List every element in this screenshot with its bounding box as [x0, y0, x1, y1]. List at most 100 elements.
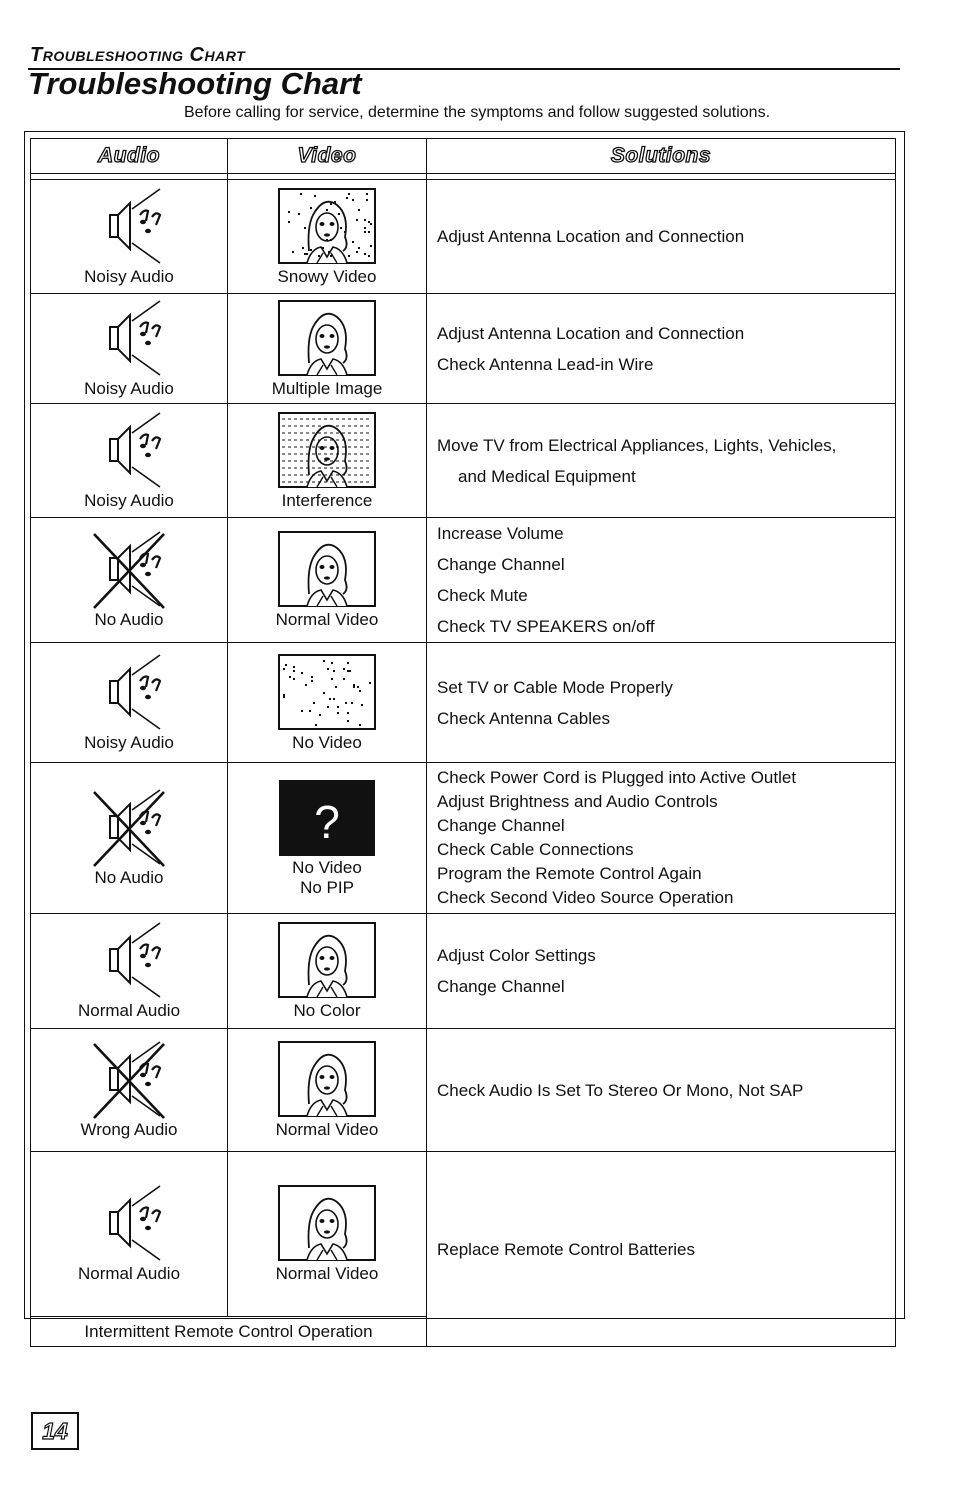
video-label: Normal Video — [275, 1120, 379, 1139]
video-label-2: No PIP — [300, 878, 354, 897]
video-cell: Snowy Video — [227, 179, 427, 294]
solutions-cell: Adjust Antenna Location and Connection Ch… — [426, 293, 896, 404]
video-label: Snowy Video — [277, 266, 377, 286]
solution-item: Program the Remote Control Again — [437, 864, 702, 883]
solutions-cell: Increase Volume Change Channel Check Mute C… — [426, 517, 896, 643]
table-row: Normal Audio No Color Adjust Color Setting… — [30, 913, 896, 1029]
normal-video-icon — [278, 1185, 376, 1261]
no-audio-icon — [93, 788, 165, 867]
audio-label: Wrong Audio — [80, 1120, 178, 1139]
solution-item: Adjust Antenna Location and Connection — [437, 227, 745, 246]
video-label: Normal Video — [275, 1264, 379, 1283]
noisy-audio-icon — [108, 653, 162, 730]
no-pip-icon: ? — [279, 780, 375, 856]
multiple-image-icon — [278, 299, 376, 376]
solutions-cell: Adjust Antenna Location and Connection — [426, 179, 896, 294]
video-cell: Normal Video — [227, 1028, 427, 1152]
solution-item: Change Channel — [437, 977, 565, 996]
solution-item: Check Mute — [437, 586, 528, 605]
video-label: Normal Video — [275, 610, 379, 629]
audio-cell: No Audio — [30, 517, 228, 643]
no-audio-icon — [93, 530, 165, 609]
table-row: Noisy Audio Multiple Image Adjust Antenna … — [30, 293, 896, 404]
noisy-audio-icon — [108, 299, 162, 376]
video-cell: Normal Video — [227, 1151, 427, 1317]
audio-label: Noisy Audio — [84, 266, 174, 286]
video-cell: No Color — [227, 913, 427, 1029]
table-row: No Audio Normal Video Increase Volume Chang… — [30, 517, 896, 643]
table-row: No Audio? No Video No PIP Check Power Cord … — [30, 762, 896, 914]
audio-cell: Noisy Audio — [30, 179, 228, 294]
video-cell: Multiple Image — [227, 293, 427, 404]
solution-item: Check Cable Connections — [437, 840, 634, 859]
audio-cell: Noisy Audio — [30, 403, 228, 518]
solution-item: and Medical Equipment — [458, 466, 636, 486]
normal-audio-icon — [108, 921, 162, 999]
troubleshooting-table: Audio Video Solutions Noisy Audio Snowy V… — [30, 138, 896, 1347]
solution-item: Check Antenna Cables — [437, 708, 610, 728]
solution-item: Adjust Antenna Location and Connection — [437, 323, 745, 343]
table-row: Noisy Audio Snowy Video Adjust Antenna Loc… — [30, 179, 896, 294]
video-label: Interference — [281, 490, 373, 510]
normal-audio-icon — [108, 1184, 162, 1262]
column-header-video: Video — [227, 138, 427, 174]
no-color-icon — [278, 922, 376, 998]
column-header-audio: Audio — [30, 138, 228, 174]
normal-video-icon — [278, 531, 376, 607]
noisy-audio-icon — [108, 187, 162, 264]
solution-item: Move TV from Electrical Appliances, Ligh… — [437, 435, 837, 455]
solution-item: Check TV SPEAKERS on/off — [437, 617, 655, 636]
audio-cell: Normal Audio — [30, 1151, 228, 1317]
video-label: No Video — [292, 732, 362, 752]
interference-icon — [278, 411, 376, 488]
video-cell: Normal Video — [227, 517, 427, 643]
audio-label: No Audio — [94, 868, 164, 887]
symptom-note: Intermittent Remote Control Operation — [30, 1316, 427, 1347]
audio-cell: Wrong Audio — [30, 1028, 228, 1152]
intro-text: Before calling for service, determine th… — [183, 104, 771, 121]
audio-cell: No Audio — [30, 762, 228, 914]
table-row: Noisy Audio No Video Set TV or Cable Mode … — [30, 642, 896, 763]
solution-item: Replace Remote Control Batteries — [437, 1239, 695, 1259]
solutions-cell: Adjust Color Settings Change Channel — [426, 913, 896, 1029]
column-header-solutions: Solutions — [426, 138, 896, 174]
solution-item: Check Power Cord is Plugged into Active … — [437, 768, 797, 787]
running-header: Troubleshooting Chart — [30, 44, 246, 66]
solutions-cell: Check Power Cord is Plugged into Active … — [426, 762, 896, 914]
svg-text:?: ? — [314, 796, 340, 848]
audio-label: Noisy Audio — [84, 378, 174, 398]
noisy-audio-icon — [108, 411, 162, 488]
solution-item: Change Channel — [437, 555, 565, 574]
solution-item: Adjust Color Settings — [437, 946, 596, 965]
solution-item: Check Second Video Source Operation — [437, 888, 734, 907]
solution-item: Adjust Brightness and Audio Controls — [437, 792, 718, 811]
video-label: No Video — [292, 858, 362, 877]
audio-label: No Audio — [94, 610, 164, 629]
header-row: Audio Video Solutions — [30, 138, 896, 174]
snowy-video-icon — [278, 187, 376, 264]
solution-item: Increase Volume — [437, 524, 564, 543]
table-row: Normal Audio Normal Video Replace Remote C… — [30, 1151, 896, 1347]
wrong-audio-icon — [93, 1040, 165, 1119]
page-number: 14 — [31, 1412, 79, 1450]
table-row: Wrong Audio Normal Video Check Audio Is Se… — [30, 1028, 896, 1152]
audio-cell: Normal Audio — [30, 913, 228, 1029]
audio-label: Noisy Audio — [84, 732, 174, 752]
normal-video-icon — [278, 1041, 376, 1117]
solution-item: Change Channel — [437, 816, 565, 835]
solution-item: Check Audio Is Set To Stereo Or Mono, No… — [437, 1080, 804, 1100]
audio-cell: Noisy Audio — [30, 642, 228, 763]
video-cell: Interference — [227, 403, 427, 518]
solutions-cell: Move TV from Electrical Appliances, Ligh… — [426, 403, 896, 518]
audio-label: Noisy Audio — [84, 490, 174, 510]
table-row: Noisy Audio Interference Move TV from Elec… — [30, 403, 896, 518]
solutions-cell: Set TV or Cable Mode Properly Check Anten… — [426, 642, 896, 763]
video-label: Multiple Image — [271, 378, 383, 398]
page-title: Troubleshooting Chart — [28, 66, 362, 101]
audio-label: Normal Audio — [77, 1001, 181, 1020]
solution-item: Check Antenna Lead-in Wire — [437, 354, 654, 374]
audio-cell: Noisy Audio — [30, 293, 228, 404]
audio-label: Normal Audio — [77, 1264, 181, 1283]
no-video-icon — [278, 653, 376, 730]
solutions-cell: Check Audio Is Set To Stereo Or Mono, No… — [426, 1028, 896, 1152]
